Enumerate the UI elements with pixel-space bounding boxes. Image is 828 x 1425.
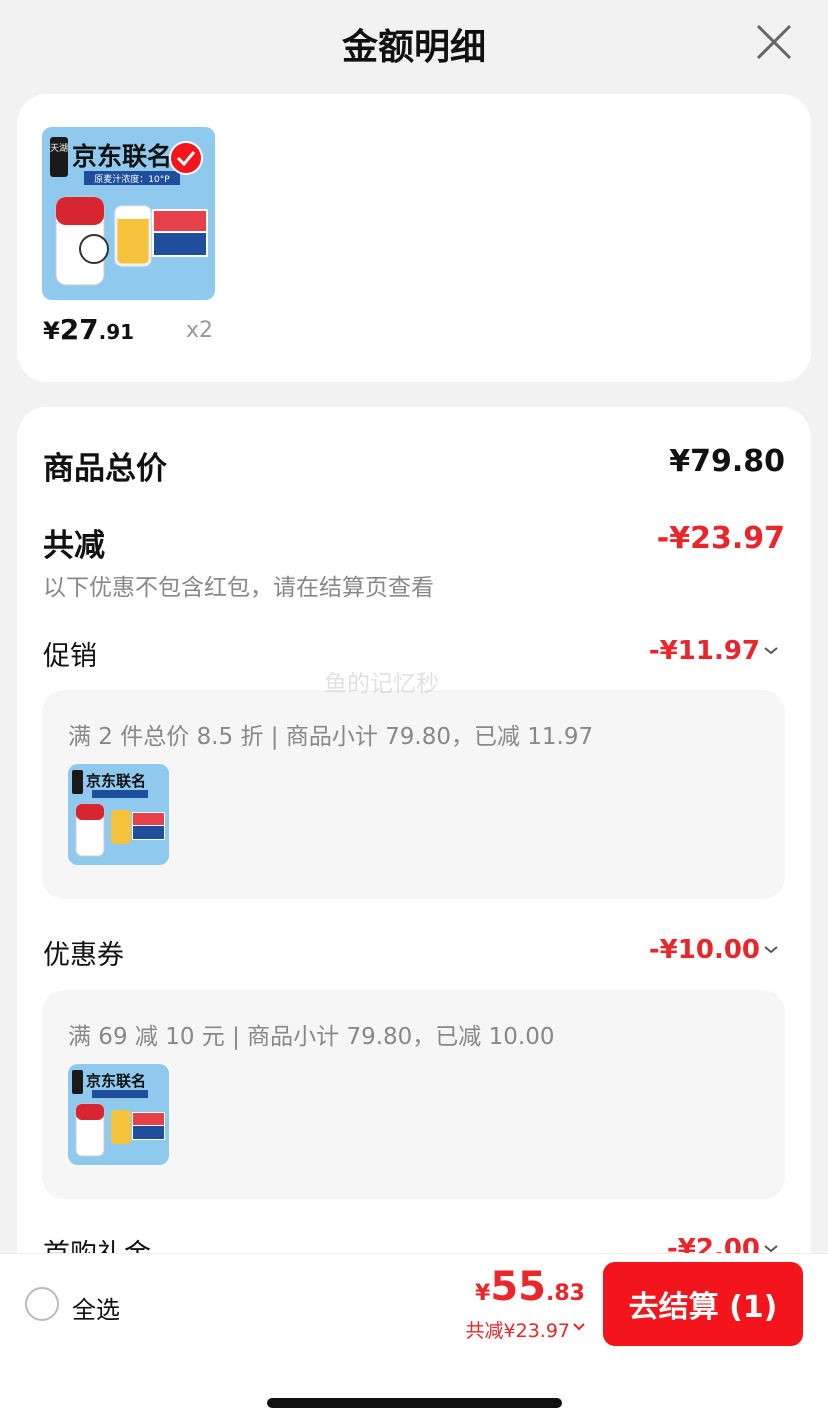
coupon-label: 优惠券 <box>43 940 124 971</box>
promotion-value[interactable]: -¥11.97 <box>649 636 760 666</box>
coupon-detail-box: 满 69 减 10 元 | 商品小计 79.80，已减 10.00 京东联名 <box>42 990 785 1199</box>
beer-thumb-illustration: 京东联名 <box>68 1064 169 1165</box>
bottom-bar: 全选 ¥55.83 共减¥23.97 去结算 (1) <box>0 1253 828 1353</box>
coupon-value[interactable]: -¥10.00 <box>649 935 760 965</box>
home-indicator[interactable] <box>267 1398 562 1408</box>
product-quantity: x2 <box>186 318 214 343</box>
select-all-radio[interactable] <box>25 1287 59 1321</box>
chevron-down-icon[interactable] <box>762 645 780 657</box>
discount-label: 共减 <box>43 528 105 564</box>
discount-value: -¥23.97 <box>656 521 785 556</box>
checkmark-icon[interactable] <box>168 140 204 176</box>
select-all-label[interactable]: 全选 <box>72 1290 120 1325</box>
discount-note: 以下优惠不包含红包，请在结算页查看 <box>43 575 434 601</box>
total-symbol: ¥ <box>475 1281 491 1306</box>
coupon-detail-text: 满 69 减 10 元 | 商品小计 79.80，已减 10.00 <box>68 1024 555 1050</box>
thumb-title: 京东联名 <box>86 1072 146 1090</box>
watermark: 鱼的记忆秒 <box>324 671 439 697</box>
close-icon[interactable] <box>754 22 794 62</box>
thumb-title: 京东联名 <box>86 772 146 790</box>
price-symbol: ¥ <box>43 317 60 345</box>
beer-thumb-illustration: 京东联名 <box>68 764 169 865</box>
promotion-label: 促销 <box>43 641 97 672</box>
coupon-product-thumb: 京东联名 <box>68 1064 169 1165</box>
grand-total: ¥55.83 <box>475 1264 585 1310</box>
price-decimal: .91 <box>98 320 135 344</box>
chevron-down-icon[interactable] <box>572 1322 586 1332</box>
image-title: 京东联名 <box>72 142 172 171</box>
price-int: 27 <box>59 313 99 346</box>
total-price-label: 商品总价 <box>43 451 167 487</box>
chevron-down-icon[interactable] <box>762 944 780 956</box>
total-price-value: ¥79.80 <box>669 444 785 479</box>
promotion-product-thumb: 京东联名 <box>68 764 169 865</box>
badge-text-top: 天湖 <box>50 143 68 153</box>
total-int: 55 <box>490 1264 547 1310</box>
product-price: ¥27.91 <box>43 313 134 346</box>
saved-amount[interactable]: 共减¥23.97 <box>466 1316 570 1343</box>
total-decimal: .83 <box>546 1281 585 1306</box>
page-title: 金额明细 <box>341 27 486 68</box>
home-area <box>0 1353 828 1425</box>
image-sub: 原麦汁浓度：10°P <box>94 173 170 185</box>
header: 金额明细 <box>0 0 828 86</box>
checkout-button[interactable]: 去结算 (1) <box>603 1262 803 1346</box>
promotion-detail-text: 满 2 件总价 8.5 折 | 商品小计 79.80，已减 11.97 <box>68 724 594 750</box>
promotion-detail-box: 满 2 件总价 8.5 折 | 商品小计 79.80，已减 11.97 京东联名 <box>42 690 785 899</box>
